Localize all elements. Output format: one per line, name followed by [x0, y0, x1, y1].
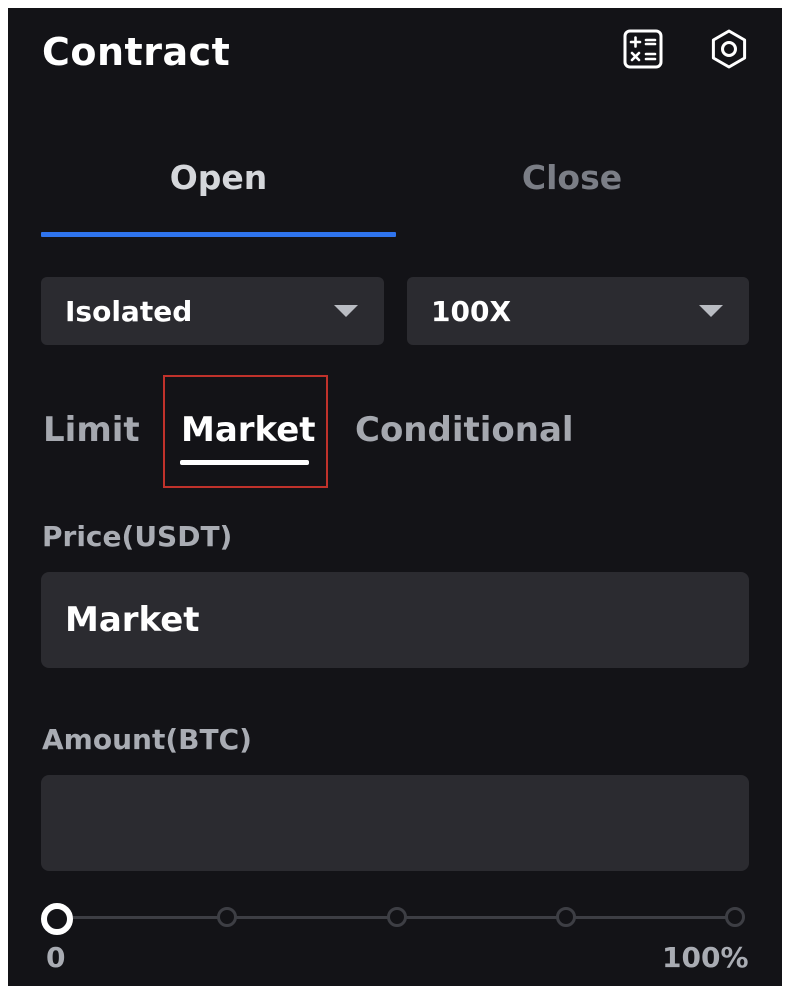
contract-panel: Contract Open Close Isolated 100X Limit … [8, 8, 782, 986]
price-field[interactable]: Market [41, 572, 749, 668]
tab-open[interactable]: Open [41, 158, 396, 197]
leverage-value: 100X [431, 294, 512, 328]
margin-mode-value: Isolated [65, 294, 193, 328]
price-label: Price(USDT) [42, 520, 233, 553]
margin-mode-select[interactable]: Isolated [41, 277, 384, 345]
slider-stop-100[interactable] [725, 907, 745, 927]
amount-input[interactable] [65, 804, 729, 842]
caret-down-icon [334, 305, 358, 317]
caret-down-icon [699, 305, 723, 317]
leverage-select[interactable]: 100X [407, 277, 749, 345]
amount-label: Amount(BTC) [42, 723, 252, 756]
settings-icon[interactable] [708, 28, 750, 70]
slider-stop-50[interactable] [387, 907, 407, 927]
order-type-conditional[interactable]: Conditional [355, 410, 574, 450]
calculator-icon[interactable] [622, 28, 664, 70]
active-tab-indicator [41, 232, 396, 237]
slider-stop-25[interactable] [217, 907, 237, 927]
tab-close[interactable]: Close [396, 158, 748, 197]
amount-field[interactable] [41, 775, 749, 871]
slider-stop-75[interactable] [556, 907, 576, 927]
order-type-limit[interactable]: Limit [43, 410, 140, 450]
page-title: Contract [42, 30, 231, 74]
highlight-box [163, 375, 328, 488]
amount-slider-thumb[interactable] [41, 903, 73, 935]
slider-max-label: 100% [662, 941, 749, 974]
price-value: Market [65, 600, 200, 640]
slider-min-label: 0 [46, 941, 66, 974]
